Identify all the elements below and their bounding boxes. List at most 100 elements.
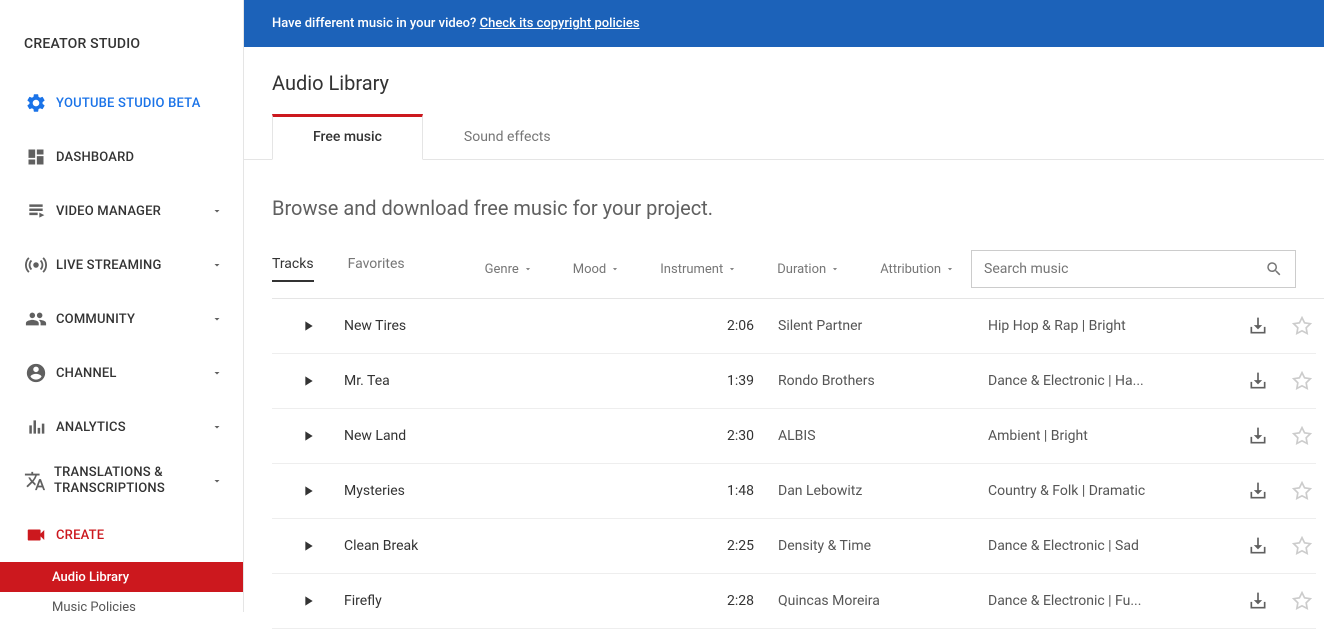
sidebar-item-translations[interactable]: TRANSLATIONS & TRANSCRIPTIONS <box>0 454 243 508</box>
track-title: Mr. Tea <box>344 373 704 389</box>
download-icon[interactable] <box>1248 426 1268 446</box>
page-title: Audio Library <box>272 47 1324 113</box>
download-icon[interactable] <box>1248 316 1268 336</box>
tab-sound-effects[interactable]: Sound effects <box>423 114 592 160</box>
play-button[interactable] <box>272 483 344 499</box>
caret-down-icon <box>610 264 620 274</box>
track-row: New Land2:30ALBISAmbient | Bright <box>272 409 1316 464</box>
account-icon <box>24 361 48 385</box>
track-duration: 2:30 <box>704 428 764 444</box>
track-actions <box>1248 591 1316 611</box>
translate-icon <box>24 469 46 493</box>
sidebar: CREATOR STUDIO YOUTUBE STUDIO BETA DASHB… <box>0 0 244 612</box>
track-artist: Silent Partner <box>764 318 974 334</box>
download-icon[interactable] <box>1248 481 1268 501</box>
track-title: Clean Break <box>344 538 704 554</box>
chevron-down-icon <box>211 205 223 217</box>
sidebar-item-live-streaming[interactable]: LIVE STREAMING <box>0 238 243 292</box>
folder-icon <box>24 199 48 223</box>
track-actions <box>1248 316 1316 336</box>
filter-instrument[interactable]: Instrument <box>660 262 737 277</box>
tab-free-music[interactable]: Free music <box>272 114 423 160</box>
search-icon <box>1265 260 1283 278</box>
sidebar-item-analytics[interactable]: ANALYTICS <box>0 400 243 454</box>
track-actions <box>1248 371 1316 391</box>
star-icon[interactable] <box>1292 591 1312 611</box>
search-input[interactable] <box>984 261 1265 277</box>
caret-down-icon <box>727 264 737 274</box>
tabs: Free music Sound effects <box>244 113 1324 160</box>
track-row: Clean Break2:25Density & TimeDance & Ele… <box>272 519 1316 574</box>
track-duration: 2:28 <box>704 593 764 609</box>
filter-genre[interactable]: Genre <box>485 262 533 277</box>
sidebar-item-community[interactable]: COMMUNITY <box>0 292 243 346</box>
sidebar-item-dashboard[interactable]: DASHBOARD <box>0 130 243 184</box>
filters: Genre Mood Instrument Duration Attributi… <box>485 262 955 277</box>
star-icon[interactable] <box>1292 316 1312 336</box>
track-title: New Land <box>344 428 704 444</box>
track-genre: Hip Hop & Rap | Bright <box>974 318 1204 334</box>
track-title: Firefly <box>344 593 704 609</box>
search-box[interactable] <box>971 250 1296 288</box>
track-actions <box>1248 481 1316 501</box>
sidebar-item-studio-beta[interactable]: YOUTUBE STUDIO BETA <box>0 76 243 130</box>
filter-attribution[interactable]: Attribution <box>880 262 955 277</box>
analytics-icon <box>24 415 48 439</box>
gear-icon <box>24 91 48 115</box>
track-artist: Quincas Moreira <box>764 593 974 609</box>
filter-mood[interactable]: Mood <box>573 262 621 277</box>
subtab-tracks[interactable]: Tracks <box>272 256 314 282</box>
subtitle: Browse and download free music for your … <box>272 160 1324 250</box>
banner-text: Have different music in your video? <box>272 16 480 31</box>
track-artist: Dan Lebowitz <box>764 483 974 499</box>
track-genre: Ambient | Bright <box>974 428 1204 444</box>
track-title: New Tires <box>344 318 704 334</box>
sidebar-item-channel[interactable]: CHANNEL <box>0 346 243 400</box>
dashboard-icon <box>24 145 48 169</box>
track-genre: Dance & Electronic | Ha... <box>974 373 1204 389</box>
download-icon[interactable] <box>1248 371 1268 391</box>
sidebar-item-label: COMMUNITY <box>56 312 135 327</box>
track-artist: ALBIS <box>764 428 974 444</box>
live-icon <box>24 253 48 277</box>
track-row: Firefly2:28Quincas MoreiraDance & Electr… <box>272 574 1316 629</box>
sidebar-sub-music-policies[interactable]: Music Policies <box>0 592 243 622</box>
subtabs: Tracks Favorites <box>272 256 405 282</box>
track-duration: 1:39 <box>704 373 764 389</box>
play-button[interactable] <box>272 538 344 554</box>
track-genre: Country & Folk | Dramatic <box>974 483 1204 499</box>
track-list[interactable]: New Tires2:06Silent PartnerHip Hop & Rap… <box>272 299 1324 634</box>
chevron-down-icon <box>211 259 223 271</box>
track-duration: 2:25 <box>704 538 764 554</box>
star-icon[interactable] <box>1292 426 1312 446</box>
copyright-banner: Have different music in your video? Chec… <box>244 0 1324 47</box>
download-icon[interactable] <box>1248 536 1268 556</box>
chevron-down-icon <box>211 313 223 325</box>
track-artist: Density & Time <box>764 538 974 554</box>
track-row: New Tires2:06Silent PartnerHip Hop & Rap… <box>272 299 1316 354</box>
play-button[interactable] <box>272 318 344 334</box>
track-actions <box>1248 426 1316 446</box>
play-button[interactable] <box>272 428 344 444</box>
play-button[interactable] <box>272 373 344 389</box>
star-icon[interactable] <box>1292 536 1312 556</box>
play-button[interactable] <box>272 593 344 609</box>
star-icon[interactable] <box>1292 371 1312 391</box>
banner-link[interactable]: Check its copyright policies <box>480 16 640 31</box>
track-row: Mr. Tea1:39Rondo BrothersDance & Electro… <box>272 354 1316 409</box>
chevron-down-icon <box>211 421 223 433</box>
download-icon[interactable] <box>1248 591 1268 611</box>
sidebar-item-video-manager[interactable]: VIDEO MANAGER <box>0 184 243 238</box>
filter-duration[interactable]: Duration <box>777 262 840 277</box>
sidebar-item-label: CREATE <box>56 528 104 543</box>
track-row: Mysteries1:48Dan LebowitzCountry & Folk … <box>272 464 1316 519</box>
caret-down-icon <box>523 264 533 274</box>
track-duration: 1:48 <box>704 483 764 499</box>
camera-icon <box>24 523 48 547</box>
sidebar-sub-audio-library[interactable]: Audio Library <box>0 562 243 592</box>
track-duration: 2:06 <box>704 318 764 334</box>
sidebar-item-create[interactable]: CREATE <box>0 508 243 562</box>
subtab-favorites[interactable]: Favorites <box>348 256 405 282</box>
star-icon[interactable] <box>1292 481 1312 501</box>
track-genre: Dance & Electronic | Sad <box>974 538 1204 554</box>
